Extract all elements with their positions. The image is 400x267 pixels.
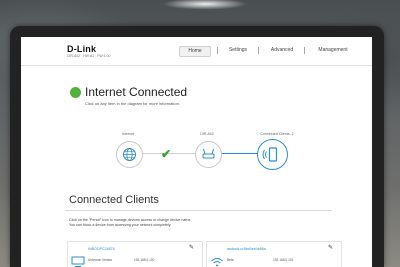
router-icon <box>202 148 215 159</box>
device-icon <box>262 147 278 162</box>
client-card[interactable]: INBOOPC24876 Unknown Vendor 192.168.0.10… <box>67 241 203 267</box>
section-divider <box>65 210 332 211</box>
nav-home[interactable]: Home <box>179 46 211 57</box>
nav-settings[interactable]: Settings <box>223 46 253 55</box>
node-label-router: DIR-842 <box>200 132 214 136</box>
client-ip: 192.168.0.101 <box>273 258 294 262</box>
dlink-logo: D-Link <box>67 44 97 54</box>
router-admin-page: D-Link DIR-842 · HW:A1 · FW:1.00 Home Se… <box>21 37 372 267</box>
nav-separator <box>304 47 305 54</box>
nav-separator <box>217 47 218 54</box>
client-name: android-cc5bd4eb4b56a <box>227 247 266 251</box>
top-navigation-bar: D-Link DIR-842 · HW:A1 · FW:1.00 Home Se… <box>21 37 372 66</box>
client-name: INBOOPC24876 <box>88 247 115 251</box>
node-connected-clients[interactable] <box>257 139 288 170</box>
connected-clients-title: Connected Clients <box>69 194 159 206</box>
node-label-clients: Connected Clients: 2 <box>260 132 294 136</box>
node-router[interactable] <box>195 141 222 168</box>
desktop-icon <box>71 256 85 267</box>
model-info: DIR-842 · HW:A1 · FW:1.00 <box>67 54 111 58</box>
status-indicator-icon <box>70 87 81 98</box>
nav-separator <box>258 47 259 54</box>
status-title: Internet Connected <box>85 85 188 99</box>
laptop-bezel: D-Link DIR-842 · HW:A1 · FW:1.00 Home Se… <box>10 26 384 267</box>
clients-desc-line2: You can block a device from accessing yo… <box>69 223 172 227</box>
nav-management[interactable]: Management <box>308 46 358 55</box>
clients-description: Click on the "Pencil" icon to manage dev… <box>69 218 191 228</box>
nav-advanced[interactable]: Advanced <box>264 46 300 55</box>
wifi-icon <box>211 258 223 267</box>
client-ip: 192.168.0.100 <box>134 258 155 262</box>
node-internet[interactable] <box>116 141 143 168</box>
node-label-internet: Internet <box>121 132 135 136</box>
client-vendor: Beta <box>227 258 234 262</box>
client-vendor: Unknown Vendor <box>88 258 113 262</box>
edit-pencil-icon[interactable]: ✎ <box>328 244 333 251</box>
status-subtitle: Click on any item in the diagram for mor… <box>85 101 180 106</box>
client-card[interactable]: android-cc5bd4eb4b56a Beta 192.168.0.101… <box>206 241 342 267</box>
link-router-clients <box>220 153 258 155</box>
globe-icon <box>123 148 136 161</box>
edit-pencil-icon[interactable]: ✎ <box>189 244 194 251</box>
connected-check-icon: ✔ <box>161 147 172 161</box>
